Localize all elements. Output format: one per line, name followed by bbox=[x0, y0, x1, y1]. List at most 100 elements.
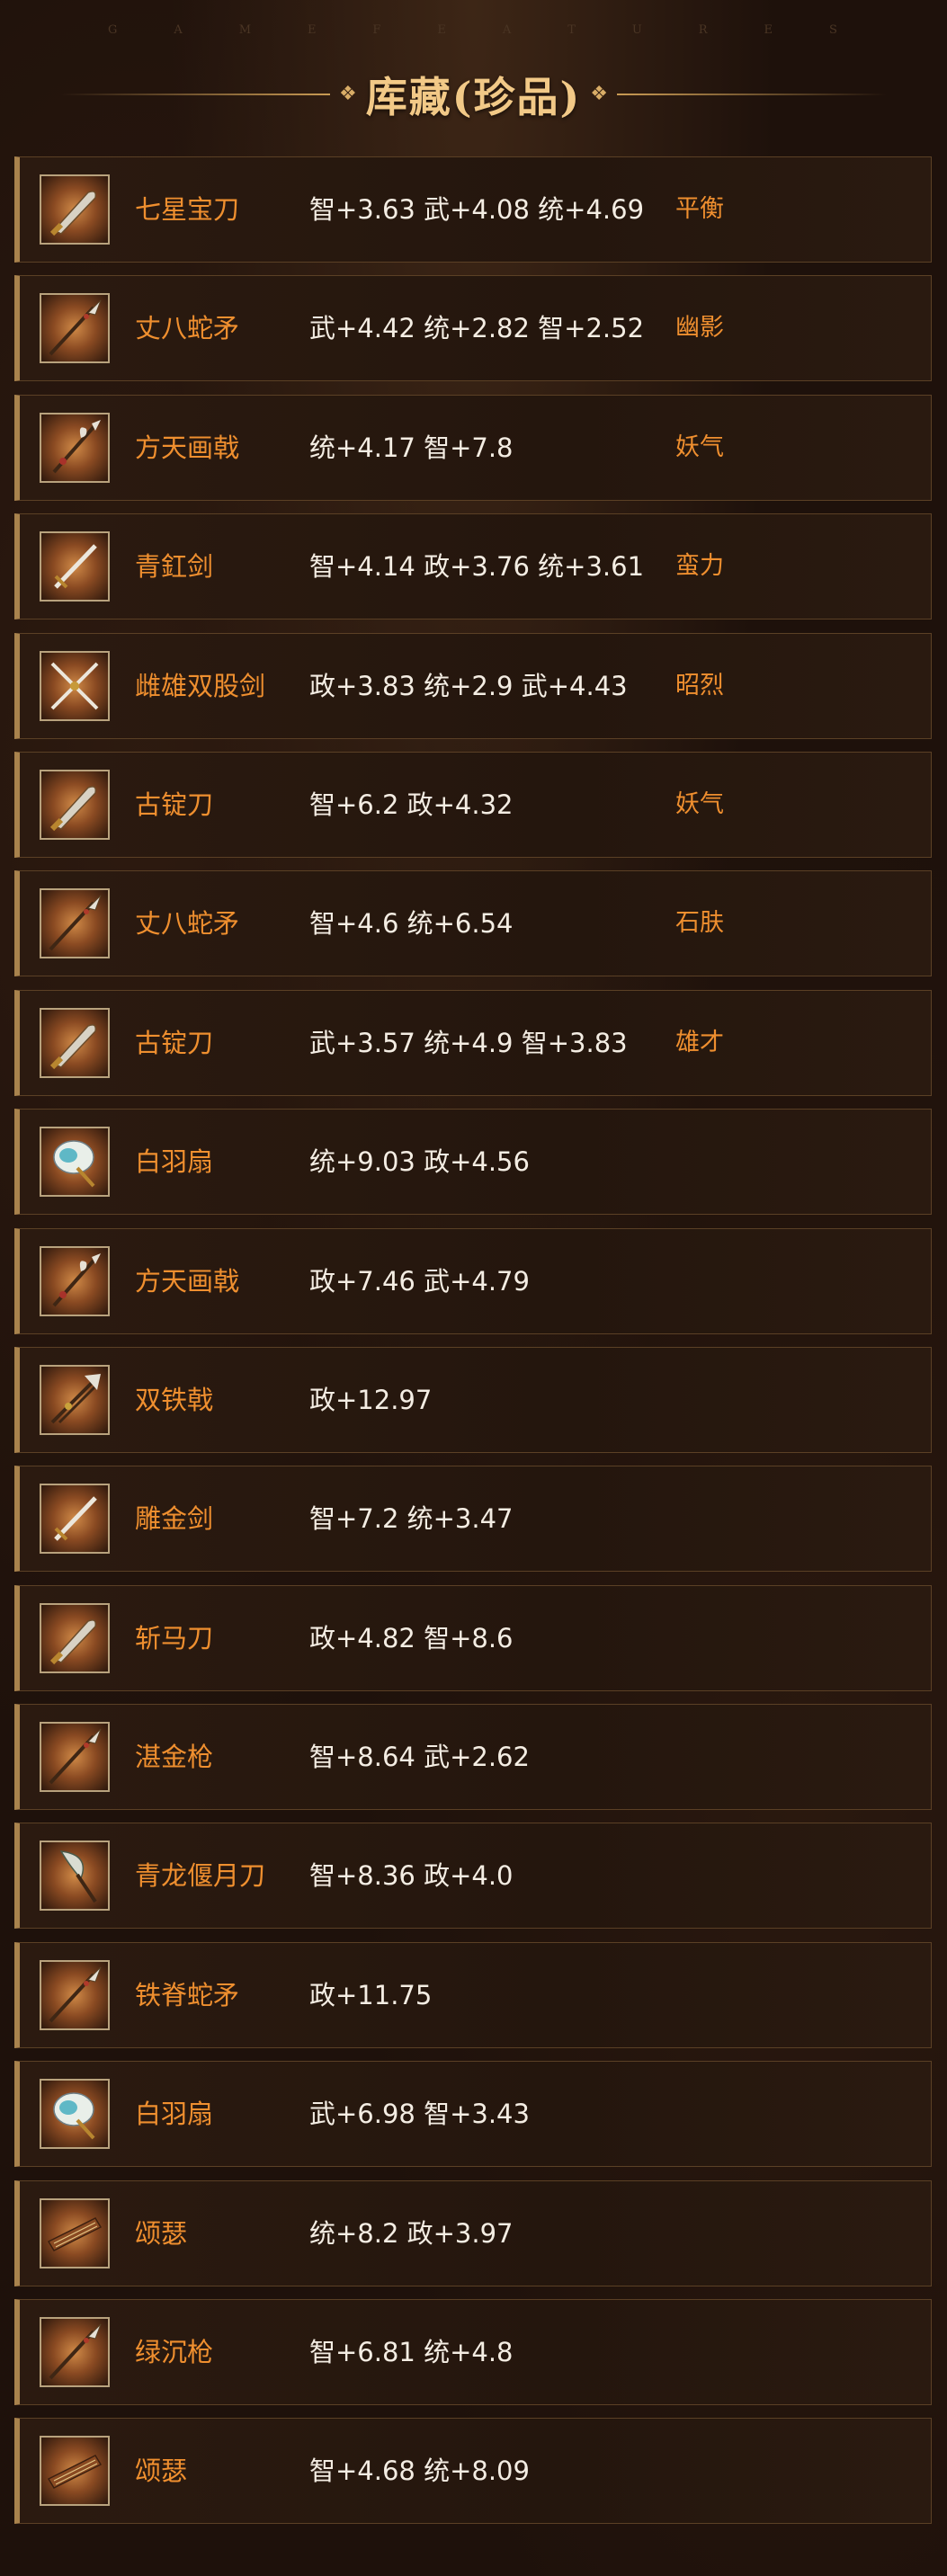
treasure-stats: 智+3.63 武+4.08 统+4.69 bbox=[309, 194, 645, 225]
decorative-letter: A bbox=[502, 23, 514, 37]
treasure-name: 丈八蛇矛 bbox=[135, 908, 240, 940]
treasure-row[interactable]: 七星宝刀 智+3.63 武+4.08 统+4.69 平衡 bbox=[14, 156, 932, 263]
decorative-letter: E bbox=[307, 23, 318, 37]
treasure-row[interactable]: 雌雄双股剑 政+3.83 统+2.9 武+4.43 昭烈 bbox=[14, 632, 932, 739]
treasure-stats: 统+9.03 政+4.56 bbox=[309, 1146, 530, 1178]
treasure-row[interactable]: 绿沉枪 智+6.81 统+4.8 bbox=[14, 2299, 932, 2406]
glaive-icon bbox=[40, 1841, 110, 1912]
decorative-letter: T bbox=[567, 23, 577, 37]
treasure-trait: 幽影 bbox=[675, 314, 724, 343]
blade-icon bbox=[40, 1007, 110, 1078]
treasure-stats: 武+4.42 统+2.82 智+2.52 bbox=[309, 313, 645, 344]
treasure-list: 七星宝刀 智+3.63 武+4.08 统+4.69 平衡丈八蛇矛 武+4.42 统+2… bbox=[14, 156, 932, 2537]
spear-icon bbox=[40, 293, 110, 364]
treasure-stats: 武+3.57 统+4.9 智+3.83 bbox=[309, 1027, 628, 1058]
spear-icon bbox=[40, 1959, 110, 2030]
treasure-row[interactable]: 双铁戟 政+12.97 bbox=[14, 1346, 932, 1453]
treasure-name: 雕金剑 bbox=[135, 1503, 214, 1535]
treasure-name: 铁脊蛇矛 bbox=[135, 1979, 240, 2010]
treasure-stats: 智+4.14 政+3.76 统+3.61 bbox=[309, 551, 645, 583]
zither-icon bbox=[40, 2197, 110, 2268]
treasure-trait: 雄才 bbox=[675, 1028, 724, 1056]
decorative-letter: E bbox=[437, 23, 448, 37]
treasure-row[interactable]: 白羽扇 统+9.03 政+4.56 bbox=[14, 1109, 932, 1216]
decorative-letter: A bbox=[174, 23, 184, 37]
treasure-row[interactable]: 丈八蛇矛 武+4.42 统+2.82 智+2.52 幽影 bbox=[14, 275, 932, 382]
treasure-row[interactable]: 青龙偃月刀 智+8.36 政+4.0 bbox=[14, 1823, 932, 1930]
treasure-row[interactable]: 古锭刀 武+3.57 统+4.9 智+3.83 雄才 bbox=[14, 989, 932, 1096]
treasure-trait: 妖气 bbox=[675, 789, 724, 818]
page-header: G A M E F E A T U R E S ❖ 库藏(珍品) ❖ bbox=[0, 0, 947, 144]
treasure-name: 方天画戟 bbox=[135, 1265, 240, 1297]
treasure-row[interactable]: 铁脊蛇矛 政+11.75 bbox=[14, 1941, 932, 2048]
treasure-name: 白羽扇 bbox=[135, 2099, 214, 2130]
treasure-trait: 平衡 bbox=[675, 195, 724, 223]
treasure-row[interactable]: 湛金枪 智+8.64 武+2.62 bbox=[14, 1704, 932, 1811]
halberd-icon bbox=[40, 412, 110, 483]
treasure-name: 斩马刀 bbox=[135, 1622, 214, 1653]
treasure-stats: 统+4.17 智+7.8 bbox=[309, 432, 514, 463]
decorative-letter: U bbox=[631, 23, 644, 37]
treasure-name: 白羽扇 bbox=[135, 1146, 214, 1178]
treasure-row[interactable]: 古锭刀 智+6.2 政+4.32 妖气 bbox=[14, 751, 932, 858]
halberd-icon bbox=[40, 1245, 110, 1316]
treasure-row[interactable]: 颂瑟 统+8.2 政+3.97 bbox=[14, 2179, 932, 2286]
treasure-stats: 政+11.75 bbox=[309, 1979, 433, 2010]
treasure-name: 古锭刀 bbox=[135, 789, 214, 820]
page-title: 库藏(珍品) bbox=[365, 73, 582, 121]
treasure-name: 颂瑟 bbox=[135, 2217, 188, 2249]
title-line-right bbox=[617, 94, 887, 95]
spear-icon bbox=[40, 888, 110, 959]
zither-icon bbox=[40, 2436, 110, 2507]
treasure-row[interactable]: 青釭剑 智+4.14 政+3.76 统+3.61 蛮力 bbox=[14, 513, 932, 620]
treasure-row[interactable]: 方天画戟 政+7.46 武+4.79 bbox=[14, 1227, 932, 1334]
ornament-left-icon: ❖ bbox=[339, 83, 357, 105]
decorative-letters: GAMEFEATURES bbox=[108, 23, 839, 37]
treasure-stats: 智+6.81 统+4.8 bbox=[309, 2337, 514, 2368]
treasure-name: 丈八蛇矛 bbox=[135, 313, 240, 344]
treasure-name: 双铁戟 bbox=[135, 1384, 214, 1415]
treasure-stats: 智+4.6 统+6.54 bbox=[309, 908, 514, 940]
treasure-name: 青釭剑 bbox=[135, 551, 214, 583]
treasure-stats: 智+8.64 武+2.62 bbox=[309, 1742, 530, 1773]
treasure-name: 古锭刀 bbox=[135, 1027, 214, 1058]
feather-fan-icon bbox=[40, 2079, 110, 2150]
treasure-row[interactable]: 斩马刀 政+4.82 智+8.6 bbox=[14, 1584, 932, 1691]
treasure-stats: 智+4.68 统+8.09 bbox=[309, 2456, 530, 2487]
decorative-letter: E bbox=[764, 23, 774, 37]
treasure-row[interactable]: 白羽扇 武+6.98 智+3.43 bbox=[14, 2061, 932, 2168]
treasure-stats: 智+8.36 政+4.0 bbox=[309, 1860, 514, 1892]
treasure-trait: 妖气 bbox=[675, 432, 724, 461]
treasure-stats: 政+12.97 bbox=[309, 1384, 433, 1415]
blade-icon bbox=[40, 1602, 110, 1673]
treasure-name: 湛金枪 bbox=[135, 1742, 214, 1773]
twin-halberd-icon bbox=[40, 1364, 110, 1435]
treasure-stats: 政+7.46 武+4.79 bbox=[309, 1265, 530, 1297]
sword-icon bbox=[40, 1484, 110, 1555]
treasure-trait: 石肤 bbox=[675, 909, 724, 938]
decorative-letter: R bbox=[698, 23, 710, 37]
treasure-row[interactable]: 丈八蛇矛 智+4.6 统+6.54 石肤 bbox=[14, 870, 932, 977]
treasure-stats: 政+3.83 统+2.9 武+4.43 bbox=[309, 670, 628, 701]
treasure-name: 方天画戟 bbox=[135, 432, 240, 463]
treasure-row[interactable]: 方天画戟 统+4.17 智+7.8 妖气 bbox=[14, 394, 932, 501]
treasure-stats: 政+4.82 智+8.6 bbox=[309, 1622, 514, 1653]
treasure-row[interactable]: 雕金剑 智+7.2 统+3.47 bbox=[14, 1466, 932, 1573]
decorative-letter: F bbox=[372, 23, 383, 37]
twin-swords-icon bbox=[40, 650, 110, 721]
feather-fan-icon bbox=[40, 1127, 110, 1198]
treasure-name: 颂瑟 bbox=[135, 2456, 188, 2487]
treasure-stats: 智+6.2 政+4.32 bbox=[309, 789, 514, 820]
sword-icon bbox=[40, 531, 110, 602]
title-bar: ❖ 库藏(珍品) ❖ bbox=[0, 65, 947, 124]
title-line-left bbox=[60, 94, 330, 95]
spear-icon bbox=[40, 1722, 110, 1793]
treasure-name: 七星宝刀 bbox=[135, 194, 240, 225]
treasure-name: 雌雄双股剑 bbox=[135, 670, 266, 701]
blade-icon bbox=[40, 769, 110, 840]
blade-icon bbox=[40, 174, 110, 245]
decorative-letter: M bbox=[238, 23, 253, 37]
treasure-row[interactable]: 颂瑟 智+4.68 统+8.09 bbox=[14, 2418, 932, 2525]
decorative-letter: G bbox=[108, 23, 120, 37]
decorative-letter: S bbox=[828, 23, 839, 37]
